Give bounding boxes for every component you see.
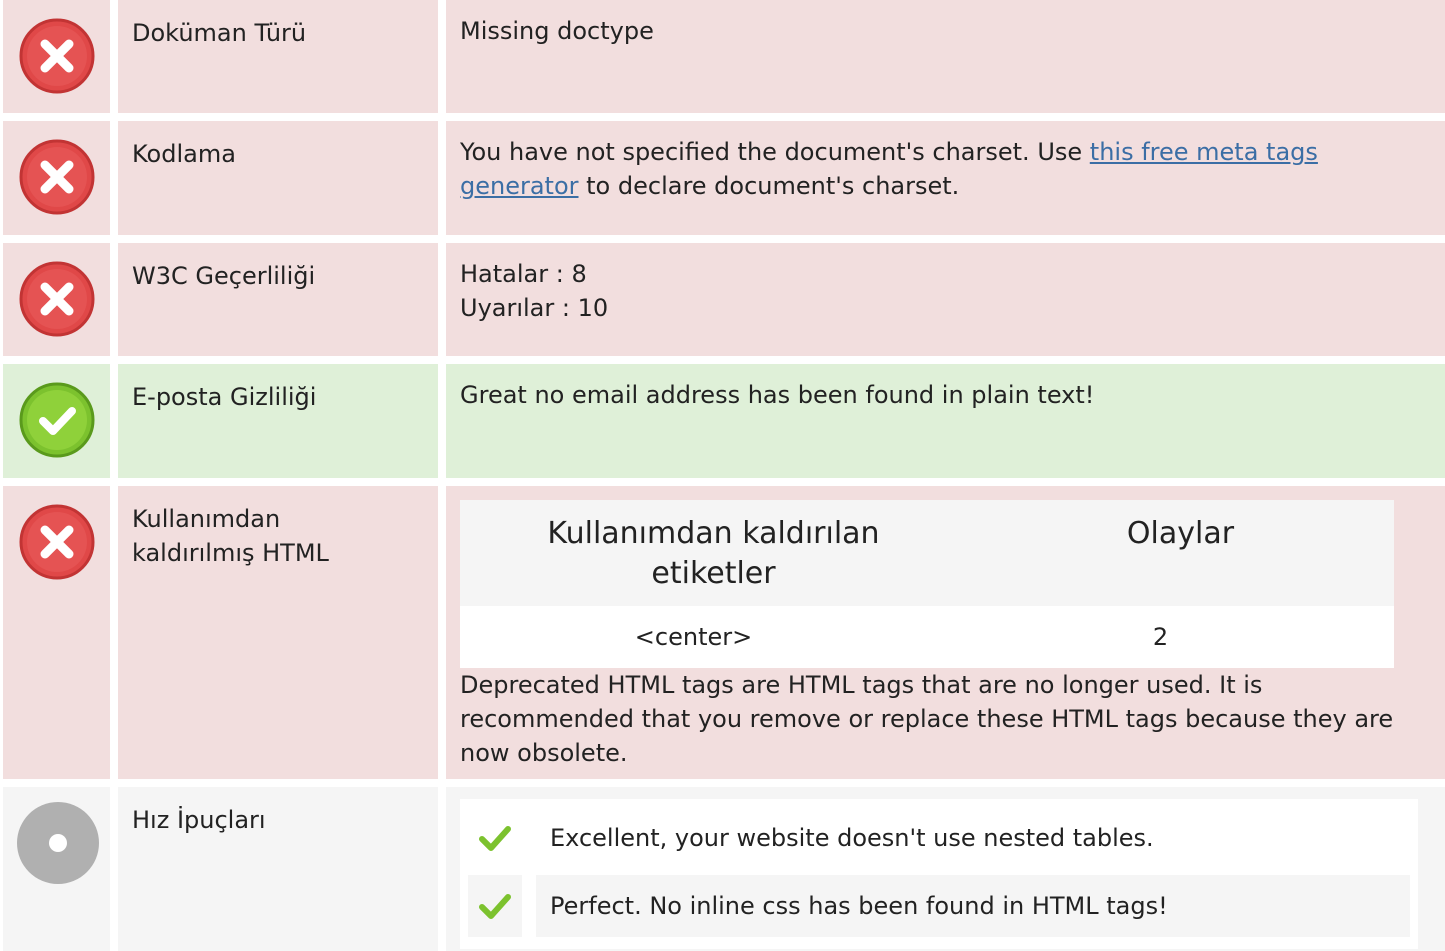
table-cell: <center> <box>634 623 753 651</box>
status-cell <box>3 787 110 951</box>
row-value: You have not specified the document's ch… <box>446 121 1445 235</box>
deprecated-tags-table: Kullanımdan kaldırılan etiketler Olaylar… <box>460 500 1394 668</box>
check-mark-icon <box>468 807 522 869</box>
value-text: to declare document's charset. <box>578 172 960 200</box>
column-header: Olaylar <box>1126 516 1235 551</box>
success-check-icon <box>18 381 96 459</box>
row-value: Kullanımdan kaldırılan etiketler Olaylar… <box>446 486 1445 779</box>
error-x-icon <box>18 17 96 95</box>
value-text: You have not specified the document's ch… <box>460 138 1090 166</box>
warnings-count: Uyarılar : 10 <box>460 294 609 322</box>
row-value: Hatalar : 8 Uyarılar : 10 <box>446 243 1445 356</box>
error-x-icon <box>18 503 96 581</box>
row-label: Kodlama <box>118 121 438 235</box>
result-row-doctype: Doküman Türü Missing doctype <box>0 0 1445 113</box>
error-x-icon <box>18 138 96 216</box>
table-header: Kullanımdan kaldırılan etiketler Olaylar <box>460 500 1394 606</box>
check-mark-icon <box>468 875 522 937</box>
table-row: <center> 2 <box>460 606 1394 668</box>
status-cell <box>3 243 110 356</box>
status-cell <box>3 121 110 235</box>
row-label: Doküman Türü <box>118 0 438 113</box>
list-item: Excellent, your website doesn't use nest… <box>468 807 1410 869</box>
result-row-deprecated-html: Kullanımdan kaldırılmış HTML Kullanımdan… <box>0 486 1445 779</box>
row-label: Hız İpuçları <box>118 787 438 951</box>
tip-text: Perfect. No inline css has been found in… <box>536 875 1410 937</box>
result-row-encoding: Kodlama You have not specified the docum… <box>0 121 1445 235</box>
row-label: Kullanımdan kaldırılmış HTML <box>118 486 438 779</box>
list-item: Perfect. No inline css has been found in… <box>468 875 1410 937</box>
status-cell <box>3 0 110 113</box>
table-cell: 2 <box>1152 623 1169 651</box>
row-value: Great no email address has been found in… <box>446 364 1445 478</box>
result-row-w3c: W3C Geçerliliği Hatalar : 8 Uyarılar : 1… <box>0 243 1445 356</box>
error-x-icon <box>18 260 96 338</box>
row-label: E-posta Gizliliği <box>118 364 438 478</box>
result-row-email-privacy: E-posta Gizliliği Great no email address… <box>0 364 1445 478</box>
status-cell <box>3 364 110 478</box>
deprecated-note: Deprecated HTML tags are HTML tags that … <box>460 671 1394 767</box>
neutral-dot-icon <box>16 801 100 885</box>
tip-text: Excellent, your website doesn't use nest… <box>550 824 1154 852</box>
column-header: Kullanımdan kaldırılan etiketler <box>547 516 880 591</box>
status-cell <box>3 486 110 779</box>
tips-list: Excellent, your website doesn't use nest… <box>460 799 1418 949</box>
row-value: Missing doctype <box>446 0 1445 113</box>
errors-count: Hatalar : 8 <box>460 260 587 288</box>
row-label: W3C Geçerliliği <box>118 243 438 356</box>
result-row-speed-tips: Hız İpuçları Excellent, your website doe… <box>0 787 1445 951</box>
